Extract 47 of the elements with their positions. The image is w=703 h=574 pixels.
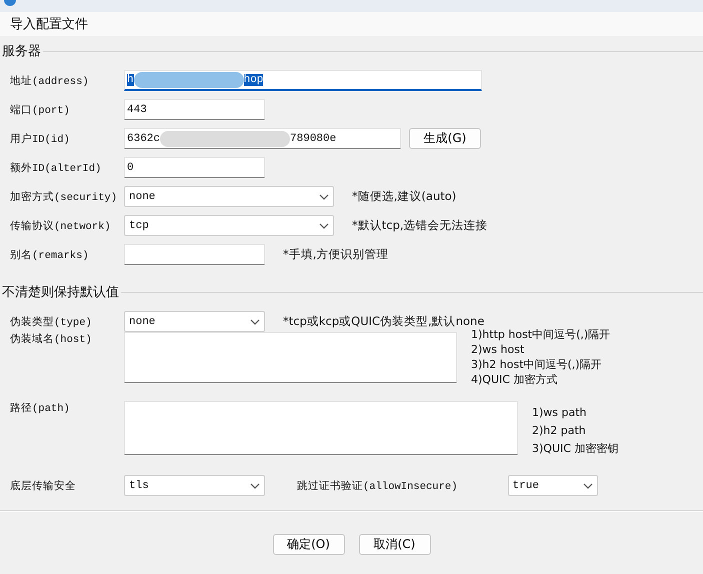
- hint-text: 3)QUIC 加密密钥: [532, 441, 618, 457]
- hint-text: 4)QUIC 加密方式: [471, 373, 558, 387]
- hint-text: *tcp或kcp或QUIC伪装类型,默认none: [283, 314, 484, 329]
- field-label: 地址(address): [10, 74, 90, 88]
- input-field[interactable]: 0: [124, 157, 265, 178]
- field-label: 伪装域名(host): [10, 332, 93, 346]
- dropdown[interactable]: none: [124, 186, 334, 207]
- field-label: 别名(remarks): [10, 248, 90, 262]
- chevron-down-icon: [582, 482, 593, 488]
- field-label: 用户ID(id): [10, 132, 71, 146]
- field-label: 跳过证书验证(allowInsecure): [297, 479, 458, 492]
- field-label: 端口(port): [10, 103, 71, 116]
- field-label: 传输协议(network): [10, 219, 112, 232]
- hint-text: 2)ws host: [471, 343, 526, 357]
- chevron-down-icon: [250, 482, 260, 488]
- input-field[interactable]: h hop: [124, 70, 482, 91]
- dropdown[interactable]: none: [124, 311, 265, 332]
- field-label: 伪装类型(type): [10, 315, 93, 328]
- generate-button[interactable]: 生成(G): [409, 128, 481, 149]
- dropdown[interactable]: true: [508, 475, 598, 496]
- cancel-button[interactable]: 取消(C): [358, 534, 430, 555]
- app-icon: [4, 0, 16, 6]
- field-label: 底层传输安全: [10, 479, 77, 492]
- input-field[interactable]: 443: [124, 99, 265, 120]
- field-label: 路径(path): [10, 402, 71, 415]
- hint-text: 1)http host中间逗号(,)隔开: [471, 328, 610, 342]
- input-field[interactable]: [124, 244, 265, 265]
- hint-text: 1)ws path: [532, 405, 588, 421]
- hint-text: *手填,方便识别管理: [283, 247, 388, 262]
- group-title: 不清楚则保持默认值: [1, 284, 119, 301]
- hint-text: *默认tcp,选错会无法连接: [352, 218, 488, 233]
- hint-text: *随便选,建议(auto): [352, 189, 456, 204]
- field-label: 额外ID(alterId): [10, 161, 102, 174]
- group-title: 服务器: [1, 43, 41, 60]
- dropdown[interactable]: tls: [124, 475, 265, 496]
- menu-item[interactable]: 导入配置文件: [10, 15, 88, 33]
- chevron-down-icon: [319, 222, 329, 228]
- input-field[interactable]: 6362c 789080e: [124, 128, 401, 149]
- dropdown[interactable]: tcp: [124, 215, 334, 236]
- text-area[interactable]: [124, 401, 518, 455]
- chevron-down-icon: [319, 194, 329, 200]
- hint-text: 2)h2 path: [532, 423, 587, 439]
- text-area[interactable]: [124, 332, 457, 383]
- hint-text: 3)h2 host中间逗号(,)隔开: [471, 358, 603, 372]
- chevron-down-icon: [250, 318, 260, 324]
- ok-button[interactable]: 确定(O): [272, 534, 344, 555]
- field-label: 加密方式(security): [10, 190, 118, 204]
